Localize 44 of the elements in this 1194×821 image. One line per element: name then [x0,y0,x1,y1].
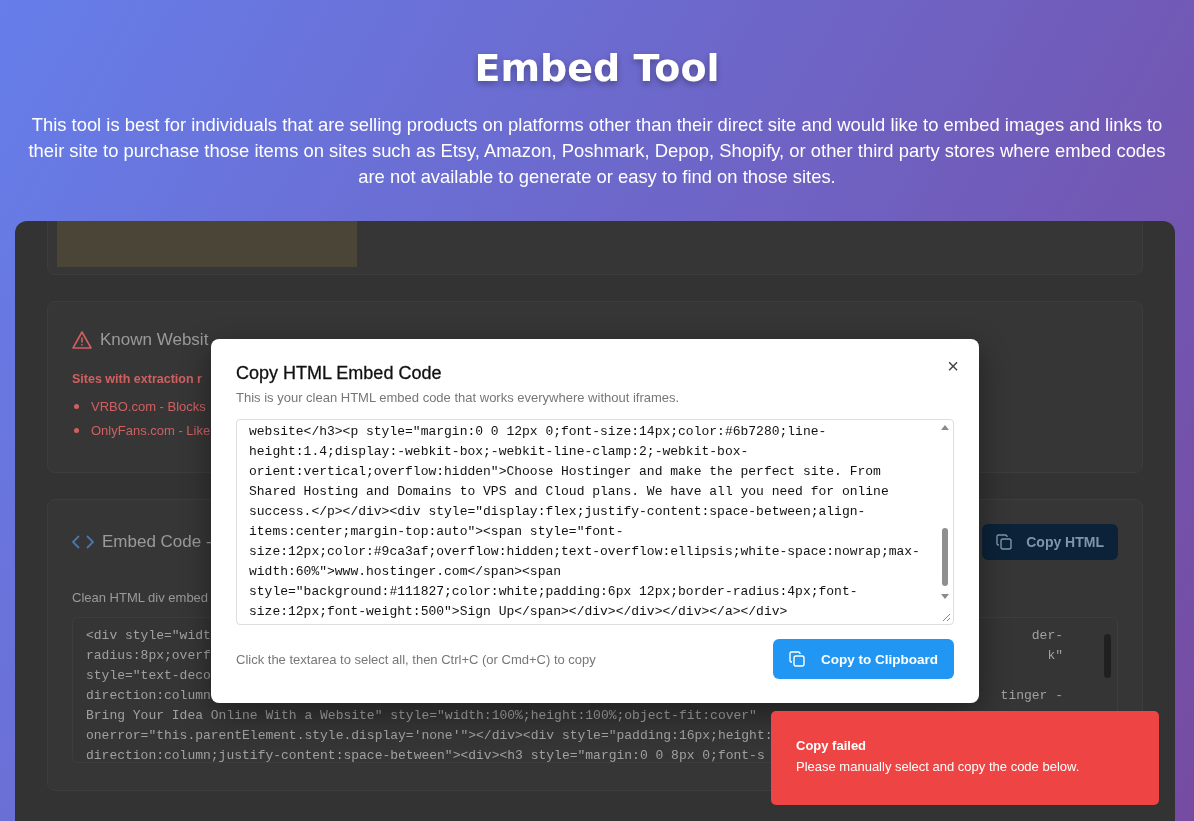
dialog-subtitle: This is your clean HTML embed code that works everywhere without iframes. [236,390,681,405]
close-button[interactable]: × [943,353,963,380]
code-line: height:1.4;display:-webkit-box;-webkit-line-clamp:2;-webkit-box- [249,443,750,461]
code-icon [72,535,94,549]
code-line: <div style="widt [86,627,211,645]
bullet-icon [74,427,79,433]
page-description: This tool is best for individuals that are selling products on platforms other than their direct site and would like to embed images and links to their site to purchase those items on sites such as Etsy, Amazon, Poshmark, Depop, Shopify, or other third party stores where embed codes are not available to generate or easy to find on those sites. [27,113,1167,189]
code-line: tinger - [1000,687,1064,705]
copy-html-button[interactable]: Copy HTML [982,524,1118,560]
code-line: style="text-deco [86,667,211,685]
code-line: size:12px;font-weight:500">Sign Up</span></div></div></div></a></div> [249,603,789,621]
code-line: website</h3><p style="margin:0 0 12px 0;font-size:14px;color:#6b7280;line- [249,423,828,441]
card-title: Embed Code - [102,532,212,552]
code-line: onerror="this.parentElement.style.display='none'"></div><div style="padding:16px;height: [86,727,773,745]
toast-message: Please manually select and copy the code below. [796,759,1081,774]
code-line: items:center;margin-top:auto"><span style="font- [249,523,625,541]
issue-item: OnlyFans.com - Like [91,422,211,438]
code-line: direction:column [86,687,211,705]
card-title: Known Websit [100,330,209,350]
toast-title: Copy failed [796,738,868,753]
code-line: orient:vertical;overflow:hidden">Choose Hostinger and make the perfect site. From [249,463,882,481]
bullet-icon [74,403,79,409]
code-line: radius:8px;overf [86,647,211,665]
code-line: width:60%">www.hostinger.com</span><span [249,563,563,581]
code-textarea[interactable] [236,419,954,625]
code-line: direction:column;justify-content:space-between"><div><h3 style="margin:0 0 8px 0;font-s [86,747,765,765]
dialog-title: Copy HTML Embed Code [236,363,443,384]
resize-grip-icon[interactable] [941,612,951,622]
code-line: der- [1031,627,1064,645]
copy-icon [996,534,1013,550]
embed-caption: Clean HTML div embed [72,590,209,605]
code-line: style="background:#111827;color:white;padding:6px 12px;border-radius:4px;font- [249,583,859,601]
copy-to-clipboard-button[interactable]: Copy to Clipboard [773,639,954,679]
page-title: Embed Tool [473,46,721,90]
copy-icon [789,651,805,667]
code-line: Bring Your Idea Online With a Website" style="width:100%;height:100%;object-fit:cover" [86,707,757,725]
dialog-hint: Click the textarea to select all, then Ctrl+C (or Cmd+C) to copy [236,651,596,667]
issues-subtitle: Sites with extraction r [72,372,202,386]
code-line: Shared Hosting and Domains to VPS and Cloud plans. We have all you need for online [249,483,890,501]
code-line: size:12px;color:#9ca3af;overflow:hidden;text-overflow:ellipsis;white-space:nowrap;max- [249,543,921,561]
issue-item: VRBO.com - Blocks [91,398,206,414]
warning-icon [72,331,92,349]
code-line: k" [1047,647,1064,665]
code-line: success.</p></div><div style="display:flex;justify-content:space-between;align- [249,503,867,521]
